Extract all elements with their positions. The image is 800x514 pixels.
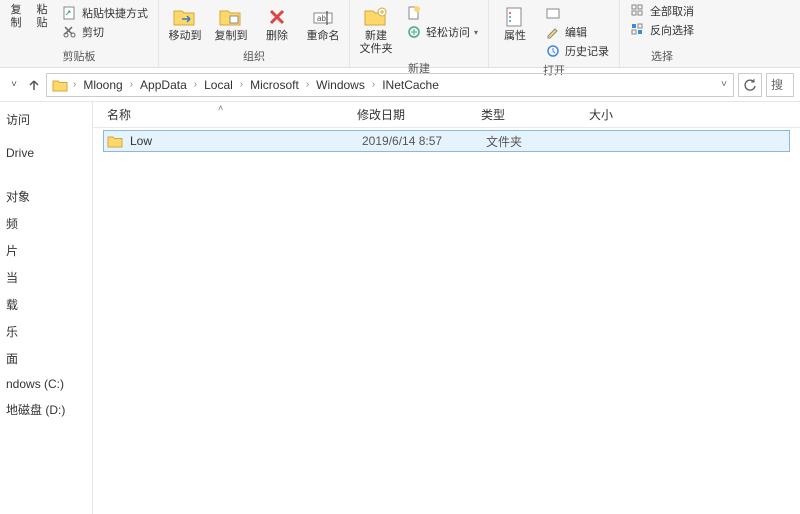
sidebar-item-documents[interactable]: 当 [0, 264, 92, 291]
sidebar-item-desktop[interactable]: 面 [0, 345, 92, 372]
invert-icon [630, 22, 646, 38]
chevron-right-icon[interactable]: › [239, 79, 244, 90]
easy-access-icon [406, 24, 422, 40]
breadcrumb-item[interactable]: Mloong [78, 78, 127, 92]
new-folder-icon [362, 4, 390, 30]
ribbon-group-organize: 移动到 复制到 删除 ab 重命名 组织 [159, 0, 350, 67]
file-row[interactable]: Low 2019/6/14 8:57 文件夹 [103, 130, 790, 152]
sidebar-item-objects[interactable]: 对象 [0, 183, 92, 210]
chevron-right-icon[interactable]: › [193, 79, 198, 90]
sidebar-item-downloads[interactable]: 载 [0, 291, 92, 318]
delete-button[interactable]: 删除 [255, 2, 299, 45]
ribbon-group-select: 全部取消 反向选择 选择 [620, 0, 704, 67]
move-to-button[interactable]: 移动到 [163, 2, 207, 45]
file-date: 2019/6/14 8:57 [362, 134, 486, 148]
column-headers: 名称 ˄ 修改日期 类型 大小 [93, 102, 800, 128]
column-header-type[interactable]: 类型 [477, 106, 585, 123]
column-header-name[interactable]: 名称 ˄ [103, 106, 353, 123]
invert-selection-button[interactable]: 反向选择 [628, 21, 696, 39]
copy-to-icon [217, 4, 245, 30]
column-header-size[interactable]: 大小 [585, 106, 645, 123]
edit-button[interactable]: 编辑 [543, 23, 611, 41]
new-item-button[interactable] [404, 4, 480, 22]
group-label-clipboard: 剪贴板 [54, 46, 104, 67]
sort-indicator-icon: ˄ [218, 103, 223, 113]
chevron-down-icon: ▾ [474, 28, 478, 37]
rename-button[interactable]: ab 重命名 [301, 2, 345, 45]
group-label-select: 选择 [637, 46, 687, 67]
open-icon [545, 5, 561, 21]
copy-to-button[interactable]: 复制到 [209, 2, 253, 45]
new-item-icon [406, 5, 422, 21]
paste-shortcut-button[interactable]: 粘贴快捷方式 [60, 4, 150, 22]
breadcrumb-item[interactable]: INetCache [377, 78, 444, 92]
ribbon: 复制 粘贴 粘贴快捷方式 剪切 剪贴板 [0, 0, 800, 68]
sidebar-item-pictures[interactable]: 片 [0, 237, 92, 264]
svg-text:ab: ab [317, 14, 326, 23]
shortcut-icon [62, 5, 78, 21]
ribbon-group-new: 新建 文件夹 轻松访问 ▾ 新建 [350, 0, 489, 67]
refresh-button[interactable] [738, 73, 762, 97]
chevron-right-icon[interactable]: › [305, 79, 310, 90]
search-input[interactable]: 搜 [766, 73, 794, 97]
sidebar: 访问 Drive 对象 频 片 当 载 乐 面 ndows (C:) 地磁盘 (… [0, 102, 93, 514]
file-list-pane: 名称 ˄ 修改日期 类型 大小 Low 2019/6/14 8:57 文件夹 [93, 102, 800, 514]
properties-icon [501, 4, 529, 30]
rename-icon: ab [309, 4, 337, 30]
nav-up-button[interactable] [26, 77, 42, 93]
properties-button[interactable]: 属性 [493, 2, 537, 45]
history-icon [545, 43, 561, 59]
sidebar-item[interactable] [0, 173, 92, 183]
move-to-icon [171, 4, 199, 30]
select-none-button[interactable]: 全部取消 [628, 2, 696, 20]
breadcrumb[interactable]: › Mloong › AppData › Local › Microsoft ›… [46, 73, 734, 97]
scissors-icon [62, 24, 78, 40]
sidebar-item-drive-c[interactable]: ndows (C:) [0, 372, 92, 396]
folder-icon [106, 132, 124, 150]
breadcrumb-item[interactable]: AppData [135, 78, 192, 92]
sidebar-item-drive-d[interactable]: 地磁盘 (D:) [0, 396, 92, 423]
breadcrumb-dropdown[interactable]: ˅ [717, 79, 731, 90]
sidebar-item-onedrive[interactable]: Drive [0, 141, 92, 165]
paste-button[interactable]: 粘贴 [30, 2, 54, 32]
address-bar: ˅ › Mloong › AppData › Local › Microsoft… [0, 68, 800, 102]
easy-access-button[interactable]: 轻松访问 ▾ [404, 23, 480, 41]
breadcrumb-item[interactable]: Local [199, 78, 238, 92]
nav-dropdown-button[interactable]: ˅ [6, 77, 22, 93]
ribbon-group-open: 属性 编辑 历史记录 [489, 0, 620, 67]
edit-icon [545, 24, 561, 40]
sidebar-item-quick-access[interactable]: 访问 [0, 106, 92, 133]
breadcrumb-item[interactable]: Windows [311, 78, 370, 92]
column-header-date[interactable]: 修改日期 [353, 106, 477, 123]
group-label-organize: 组织 [229, 46, 279, 67]
sidebar-item-videos[interactable]: 频 [0, 210, 92, 237]
breadcrumb-item[interactable]: Microsoft [245, 78, 304, 92]
delete-icon [263, 4, 291, 30]
open-dropdown-button[interactable] [543, 4, 611, 22]
chevron-right-icon[interactable]: › [371, 79, 376, 90]
copy-button[interactable]: 复制 [4, 2, 28, 32]
sidebar-item-music[interactable]: 乐 [0, 318, 92, 345]
file-type: 文件夹 [486, 133, 594, 150]
new-folder-button[interactable]: 新建 文件夹 [354, 2, 398, 58]
history-button[interactable]: 历史记录 [543, 42, 611, 60]
folder-icon [51, 76, 69, 94]
file-name: Low [130, 134, 362, 148]
ribbon-group-clipboard: 复制 粘贴 粘贴快捷方式 剪切 剪贴板 [0, 0, 159, 67]
main-area: 访问 Drive 对象 频 片 当 载 乐 面 ndows (C:) 地磁盘 (… [0, 102, 800, 514]
file-list: Low 2019/6/14 8:57 文件夹 [93, 128, 800, 154]
chevron-right-icon[interactable]: › [72, 79, 77, 90]
chevron-right-icon[interactable]: › [129, 79, 134, 90]
select-none-icon [630, 3, 646, 19]
cut-button[interactable]: 剪切 [60, 23, 150, 41]
